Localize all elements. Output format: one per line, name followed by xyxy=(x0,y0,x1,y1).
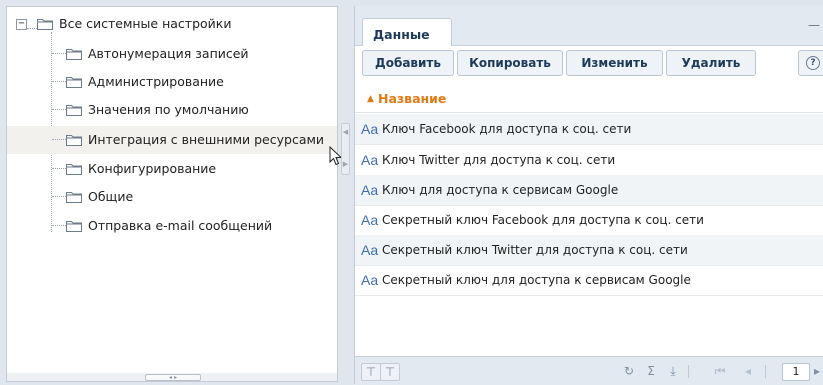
table-row[interactable]: Aa Ключ Facebook для доступа к соц. сети xyxy=(355,114,823,145)
row-name: Секретный ключ для доступа к сервисам Go… xyxy=(382,273,691,287)
tree-connector xyxy=(52,53,66,54)
tree-item-defaults[interactable]: Значения по умолчанию xyxy=(7,96,337,124)
export-icon[interactable]: ⤓ xyxy=(665,363,681,379)
scrollbar-grip[interactable]: ◂ ▸ xyxy=(145,374,201,381)
toolbar-separator xyxy=(688,365,689,378)
tree-item-autonumbering[interactable]: Автонумерация записей xyxy=(7,40,337,68)
page-number-input[interactable]: 1 xyxy=(782,363,810,381)
grid-header[interactable]: ▲ Название xyxy=(355,85,823,113)
row-name: Секретный ключ Facebook для доступа к со… xyxy=(382,213,704,227)
text-type-icon: Aa xyxy=(361,121,379,137)
folder-icon xyxy=(66,191,82,203)
settings-tree: − Все системные настройки Автонумерация … xyxy=(6,6,343,374)
table-row[interactable]: Aa Ключ для доступа к сервисам Google xyxy=(355,175,823,206)
tree-item-label: Конфигурирование xyxy=(88,161,217,176)
copy-button[interactable]: Копировать xyxy=(457,50,563,76)
filter-settings-icon[interactable]: ⊤ xyxy=(380,363,400,381)
next-page-icon[interactable]: ▸ xyxy=(812,363,822,379)
folder-icon xyxy=(66,134,82,146)
tree-item-label: Значения по умолчанию xyxy=(88,102,249,117)
row-name: Ключ Twitter для доступа к соц. сети xyxy=(382,153,616,167)
tree-root-label: Все системные настройки xyxy=(59,16,232,31)
folder-icon xyxy=(66,48,82,60)
folder-icon xyxy=(66,163,82,175)
tab-data[interactable]: Данные xyxy=(362,18,452,47)
help-icon: ? xyxy=(806,56,820,70)
column-header-name[interactable]: Название xyxy=(378,91,446,106)
collapse-icon[interactable]: − xyxy=(16,19,27,30)
text-type-icon: Aa xyxy=(361,272,379,288)
tree-connector xyxy=(52,81,66,82)
delete-button[interactable]: Удалить xyxy=(666,50,756,76)
table-row[interactable]: Aa Секретный ключ Twitter для доступа к … xyxy=(355,235,823,266)
chevron-right-icon: ▶ xyxy=(342,160,349,168)
tree-connector xyxy=(52,225,66,226)
folder-icon xyxy=(66,76,82,88)
sum-icon[interactable]: Σ xyxy=(643,363,659,379)
tree-connector xyxy=(52,109,66,110)
text-type-icon: Aa xyxy=(361,212,379,228)
refresh-icon[interactable]: ↻ xyxy=(621,363,637,379)
tab-bar: Данные — xyxy=(355,6,823,47)
sort-asc-icon: ▲ xyxy=(367,94,374,104)
row-name: Ключ Facebook для доступа к соц. сети xyxy=(382,122,632,136)
tab-label: Данные xyxy=(373,27,430,42)
folder-icon xyxy=(66,220,82,232)
tree-root[interactable]: − Все системные настройки xyxy=(7,12,337,36)
first-page-icon[interactable]: ⏮ xyxy=(713,363,727,379)
tree-horizontal-scrollbar[interactable]: ◂ ▸ xyxy=(6,373,338,382)
tree-connector xyxy=(52,139,66,140)
help-button[interactable]: ? xyxy=(798,50,823,76)
tree-item-integration[interactable]: Интеграция с внешними ресурсами xyxy=(7,126,337,154)
tree-item-label: Автонумерация записей xyxy=(88,46,249,61)
toolbar: Добавить Копировать Изменить Удалить ? xyxy=(355,46,823,82)
edit-button[interactable]: Изменить xyxy=(566,50,663,76)
data-panel: Данные — Добавить Копировать Изменить Уд… xyxy=(354,6,823,385)
tree-item-label: Отправка e-mail сообщений xyxy=(88,218,273,233)
tree-item-general[interactable]: Общие xyxy=(7,183,337,211)
row-name: Ключ для доступа к сервисам Google xyxy=(382,183,619,197)
tree-item-label: Администрирование xyxy=(88,74,224,89)
text-type-icon: Aa xyxy=(361,152,379,168)
table-row[interactable]: Aa Секретный ключ Facebook для доступа к… xyxy=(355,205,823,236)
chevron-left-icon: ◀ xyxy=(342,128,349,136)
folder-icon xyxy=(66,104,82,116)
prev-page-icon[interactable]: ◂ xyxy=(741,363,755,379)
add-button[interactable]: Добавить xyxy=(362,50,454,76)
table-row[interactable]: Aa Секретный ключ для доступа к сервисам… xyxy=(355,265,823,296)
splitter-handle[interactable]: ◀ ▶ xyxy=(341,123,350,175)
tree-item-label: Интеграция с внешними ресурсами xyxy=(88,132,325,147)
tree-item-label: Общие xyxy=(88,189,134,204)
tree-connector xyxy=(52,196,66,197)
filter-icon[interactable]: ⊤ xyxy=(361,363,381,381)
text-type-icon: Aa xyxy=(361,182,379,198)
table-row[interactable]: Aa Ключ Twitter для доступа к соц. сети xyxy=(355,145,823,176)
folder-icon xyxy=(37,18,53,30)
panel-splitter[interactable]: ◀ ▶ xyxy=(340,6,350,380)
row-name: Секретный ключ Twitter для доступа к соц… xyxy=(382,243,688,257)
toolbar-separator xyxy=(765,365,766,378)
tree-item-email[interactable]: Отправка e-mail сообщений xyxy=(7,212,337,240)
text-type-icon: Aa xyxy=(361,242,379,258)
tree-item-configuration[interactable]: Конфигурирование xyxy=(7,155,337,183)
tree-connector xyxy=(27,28,37,29)
minimize-icon[interactable]: — xyxy=(808,18,820,32)
grid-footer: ⊤ ⊤ ↻ Σ ⤓ ⏮ ◂ 1 ▸ xyxy=(355,356,823,385)
tree-connector xyxy=(52,168,66,169)
tree-item-administration[interactable]: Администрирование xyxy=(7,68,337,96)
